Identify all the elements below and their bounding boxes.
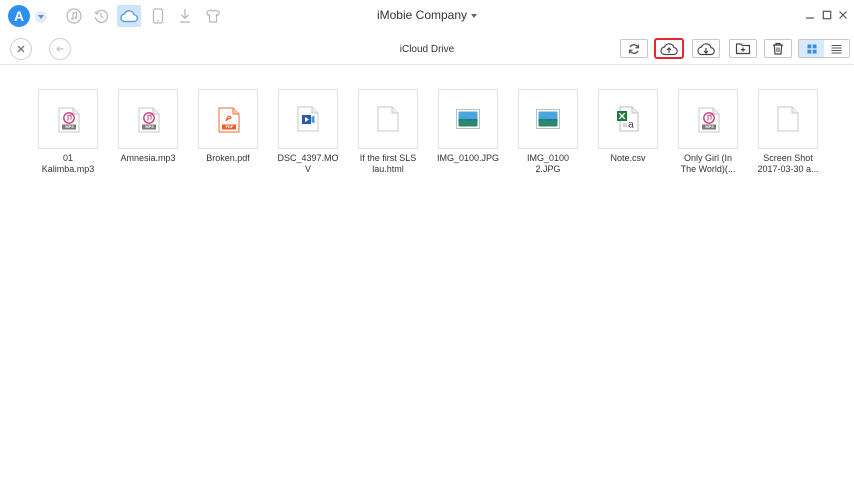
file-name-line-1: Only Girl (In — [683, 153, 732, 163]
file-name-line-1: Note.csv — [610, 153, 646, 163]
mp3-badge: MP3 — [705, 124, 714, 129]
file-name: Amnesia.mp3 — [110, 153, 186, 164]
file-name-line-1: IMG_0100 — [526, 153, 570, 163]
file-name-line-2: V — [304, 164, 311, 174]
file-name: Note.csv — [590, 153, 666, 164]
chevron-down-icon — [471, 13, 478, 18]
file-name-line-1: If the first SLS — [359, 153, 417, 163]
download-icon[interactable] — [173, 5, 197, 27]
app-logo[interactable]: A — [8, 5, 30, 27]
close-button[interactable] — [10, 38, 32, 60]
mp3-file-icon: MP3 — [698, 107, 720, 133]
download-from-cloud-button[interactable] — [692, 39, 720, 58]
file-thumbnail[interactable] — [518, 89, 578, 149]
file-name: Broken.pdf — [190, 153, 266, 164]
delete-button[interactable] — [764, 39, 792, 58]
new-folder-button[interactable] — [729, 39, 757, 58]
minimize-icon[interactable] — [803, 8, 817, 22]
video-file-icon — [297, 106, 319, 132]
location-title: iCloud Drive — [399, 44, 455, 55]
phone-icon[interactable] — [146, 5, 170, 27]
mp3-file-icon: MP3 — [58, 107, 80, 133]
image-file-icon — [536, 109, 560, 129]
refresh-icon — [628, 43, 640, 54]
cloud-upload-icon — [660, 42, 678, 55]
history-icon[interactable] — [89, 5, 113, 27]
file-name-line-1: Screen Shot — [763, 153, 813, 163]
mp3-file-icon: MP3 — [138, 107, 160, 133]
list-icon — [831, 44, 842, 54]
mp3-badge: MP3 — [145, 124, 154, 129]
mp3-badge: MP3 — [65, 124, 74, 129]
file-name-line-2: lau.html — [372, 164, 404, 174]
pdf-badge: PDF — [225, 124, 234, 129]
file-thumbnail[interactable] — [438, 89, 498, 149]
svg-text:a: a — [628, 120, 634, 131]
file-thumbnail[interactable]: a — [598, 89, 658, 149]
new-folder-icon — [735, 43, 751, 55]
file-thumbnail[interactable]: MP3 — [38, 89, 98, 149]
view-toggle — [798, 39, 850, 58]
file-name-line-1: DSC_4397.MO — [277, 153, 339, 163]
file-name: DSC_4397.MO V — [270, 153, 346, 175]
file-name-line-1: 01 — [62, 153, 73, 163]
file-name-line-1: IMG_0100.JPG — [436, 153, 500, 163]
csv-file-icon: a — [617, 106, 639, 132]
file-name-line-1: Amnesia.mp3 — [120, 153, 176, 163]
icloud-icon[interactable] — [117, 5, 141, 27]
list-view-button[interactable] — [824, 40, 849, 57]
grid-view-button[interactable] — [799, 40, 824, 57]
toolbar: iCloud Drive — [0, 33, 854, 65]
upload-to-cloud-button[interactable] — [654, 38, 684, 59]
back-button[interactable] — [49, 38, 71, 60]
title-bar: A iMobie Company — [0, 0, 854, 33]
file-name-line-2: Kalimba.mp3 — [41, 164, 95, 174]
back-arrow-icon — [56, 46, 64, 52]
file-thumbnail[interactable] — [278, 89, 338, 149]
image-file-icon — [456, 109, 480, 129]
file-thumbnail[interactable]: PDF — [198, 89, 258, 149]
file-thumbnail[interactable]: MP3 — [678, 89, 738, 149]
music-icon[interactable] — [62, 5, 86, 27]
file-name: If the first SLS lau.html — [350, 153, 426, 175]
file-name: Screen Shot 2017-03-30 a... — [750, 153, 826, 175]
file-name: IMG_0100.JPG — [430, 153, 506, 164]
file-thumbnail[interactable]: MP3 — [118, 89, 178, 149]
file-thumbnail[interactable] — [758, 89, 818, 149]
file-name-line-2: 2.JPG — [535, 164, 561, 174]
html-file-icon — [377, 106, 399, 132]
file-name: IMG_0100 2.JPG — [510, 153, 586, 175]
trash-icon — [773, 42, 783, 55]
file-name: Only Girl (In The World)(... — [670, 153, 746, 175]
file-name: 01 Kalimba.mp3 — [30, 153, 106, 175]
grid-icon — [807, 44, 816, 53]
file-thumbnail[interactable] — [358, 89, 418, 149]
file-name-line-2: The World)(... — [680, 164, 736, 174]
app-menu-caret-icon[interactable] — [35, 11, 47, 23]
window-title-text: iMobie Company — [376, 8, 468, 22]
tshirt-icon[interactable] — [201, 5, 225, 27]
refresh-button[interactable] — [620, 39, 648, 58]
cloud-download-icon — [697, 42, 715, 55]
generic-file-icon — [777, 106, 799, 132]
close-window-icon[interactable] — [836, 8, 850, 22]
file-name-line-2: 2017-03-30 a... — [757, 164, 819, 174]
file-name-line-1: Broken.pdf — [206, 153, 250, 163]
maximize-icon[interactable] — [820, 8, 834, 22]
close-icon — [17, 45, 25, 53]
pdf-file-icon: PDF — [218, 107, 240, 133]
